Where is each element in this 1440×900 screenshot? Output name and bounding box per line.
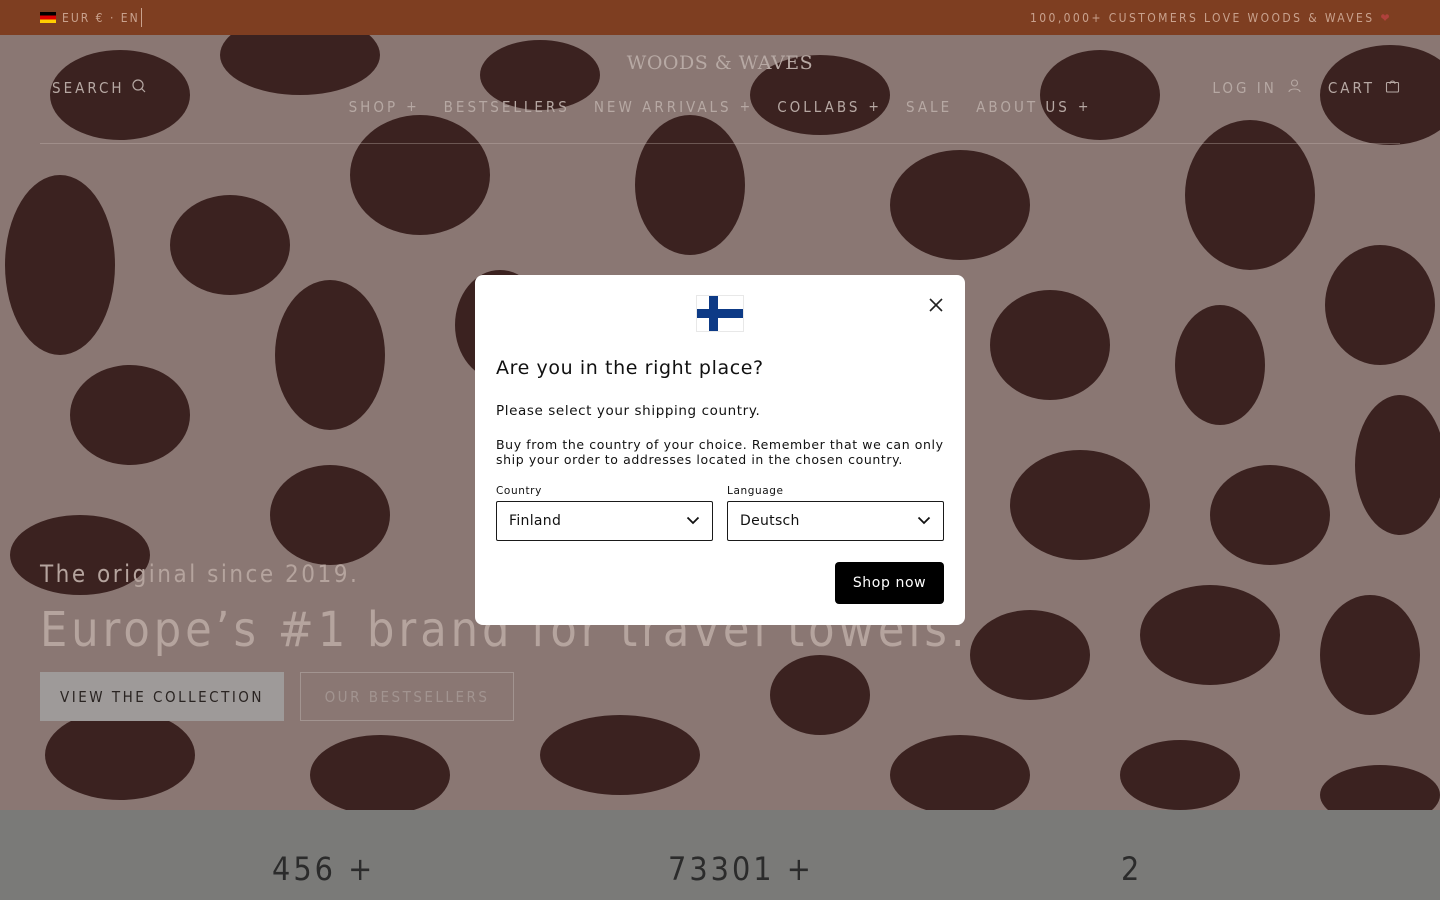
shopping-bag-icon (1385, 78, 1400, 97)
nav-item-label: SHOP (348, 98, 399, 116)
view-collection-button[interactable]: VIEW THE COLLECTION (40, 672, 284, 721)
divider (141, 8, 142, 27)
nav-item-sale[interactable]: SALE (906, 98, 952, 116)
plus-icon: + (406, 99, 420, 115)
hero-tagline: The original since 2019. (40, 560, 360, 588)
language-label: Language (727, 485, 784, 497)
search-label: SEARCH (52, 79, 125, 97)
nav-item-label: ABOUT US (976, 98, 1070, 116)
plus-icon: + (739, 99, 754, 115)
nav-item-bestsellers[interactable]: BESTSELLERS (444, 98, 570, 116)
stat-value: 73301 + (668, 850, 814, 888)
heart-icon: ❤ (1380, 10, 1392, 25)
country-selector-modal: Are you in the right place? Please selec… (475, 275, 965, 625)
plus-icon: + (1077, 99, 1092, 115)
announcement-bar: EUR € · EN 100,000+ CUSTOMERS LOVE WOODS… (0, 0, 1440, 35)
promo-message: 100,000+ CUSTOMERS LOVE WOODS & WAVES ❤ (1030, 0, 1392, 35)
stats-section: 456 + 73301 + 2 (0, 810, 1440, 900)
country-select-value: Finland (509, 513, 562, 529)
country-label: Country (496, 485, 542, 497)
nav-item-new-arrivals[interactable]: NEW ARRIVALS + (594, 98, 753, 116)
language-select-value: Deutsch (740, 513, 800, 529)
nav-item-collabs[interactable]: COLLABS + (777, 98, 882, 116)
chevron-down-icon (686, 513, 700, 529)
shop-now-button[interactable]: Shop now (835, 562, 944, 604)
modal-title: Are you in the right place? (496, 357, 764, 379)
brand-logo[interactable]: WOODS & WAVES (0, 52, 1440, 74)
chevron-down-icon (917, 513, 931, 529)
nav-item-label: BESTSELLERS (443, 98, 570, 116)
locale-label: EUR € · EN (62, 10, 140, 25)
our-bestsellers-button[interactable]: OUR BESTSELLERS (300, 672, 514, 721)
stat-value: 2 (1121, 850, 1143, 888)
germany-flag-icon (40, 12, 56, 23)
currency-language-selector[interactable]: EUR € · EN (40, 0, 140, 35)
search-button[interactable]: SEARCH (52, 78, 147, 98)
close-icon[interactable] (925, 294, 947, 316)
nav-item-shop[interactable]: SHOP + (349, 98, 420, 116)
nav-item-label: SALE (905, 98, 953, 116)
modal-subtitle: Please select your shipping country. (496, 403, 761, 419)
finland-flag-icon (697, 296, 743, 331)
cart-label: CART (1327, 78, 1375, 97)
account-links: LOG IN CART (1212, 78, 1400, 97)
nav-item-label: COLLABS (777, 98, 861, 116)
search-icon (131, 78, 147, 98)
cart-link[interactable]: CART (1328, 78, 1400, 97)
main-navigation: SHOP + BESTSELLERS NEW ARRIVALS + COLLAB… (0, 98, 1440, 116)
header-divider (40, 143, 1400, 144)
login-link[interactable]: LOG IN (1212, 78, 1301, 97)
nav-item-label: NEW ARRIVALS (593, 98, 732, 116)
promo-text: 100,000+ CUSTOMERS LOVE WOODS & WAVES (1030, 10, 1375, 25)
country-select[interactable]: Finland (496, 501, 713, 541)
login-label: LOG IN (1212, 78, 1277, 97)
user-icon (1287, 78, 1302, 97)
plus-icon: + (868, 99, 882, 115)
stat-value: 456 + (272, 850, 376, 888)
modal-description: Buy from the country of your choice. Rem… (496, 437, 944, 467)
language-select[interactable]: Deutsch (727, 501, 944, 541)
nav-item-about-us[interactable]: ABOUT US + (976, 98, 1091, 116)
